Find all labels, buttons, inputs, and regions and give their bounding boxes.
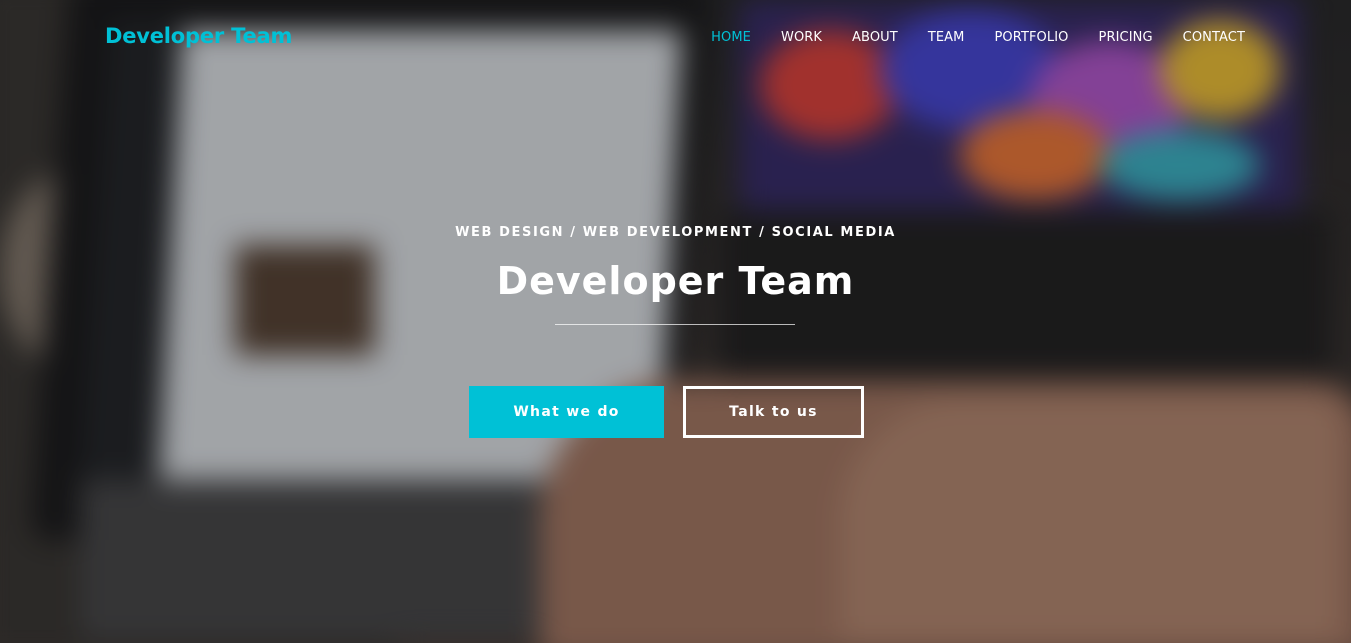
- hero-background: [0, 0, 1351, 643]
- nav-item-pricing: PRICING: [1099, 28, 1153, 46]
- nav-link-home[interactable]: HOME: [711, 30, 751, 45]
- nav-item-team: TEAM: [928, 28, 965, 46]
- nav-item-work: WORK: [781, 28, 822, 46]
- nav-item-portfolio: PORTFOLIO: [994, 28, 1068, 46]
- main-nav: HOME WORK ABOUT TEAM PORTFOLIO PRICING C…: [681, 28, 1245, 46]
- brand-logo[interactable]: Developer Team: [105, 24, 292, 48]
- nav-item-contact: CONTACT: [1183, 28, 1245, 46]
- nav-item-about: ABOUT: [852, 28, 898, 46]
- hero-overlay: [0, 0, 1351, 643]
- nav-link-pricing[interactable]: PRICING: [1099, 30, 1153, 45]
- nav-link-portfolio[interactable]: PORTFOLIO: [994, 30, 1068, 45]
- hero-tagline: WEB DESIGN / WEB DEVELOPMENT / SOCIAL ME…: [455, 225, 896, 240]
- talk-to-us-button[interactable]: Talk to us: [683, 386, 864, 438]
- nav-link-work[interactable]: WORK: [781, 30, 822, 45]
- hero-title: Developer Team: [496, 259, 855, 303]
- what-we-do-button[interactable]: What we do: [469, 386, 664, 438]
- nav-link-contact[interactable]: CONTACT: [1183, 30, 1245, 45]
- nav-link-team[interactable]: TEAM: [928, 30, 965, 45]
- navbar: Developer Team HOME WORK ABOUT TEAM PORT…: [0, 0, 1351, 74]
- hero-divider: [555, 324, 795, 325]
- nav-link-about[interactable]: ABOUT: [852, 30, 898, 45]
- nav-item-home: HOME: [711, 28, 751, 46]
